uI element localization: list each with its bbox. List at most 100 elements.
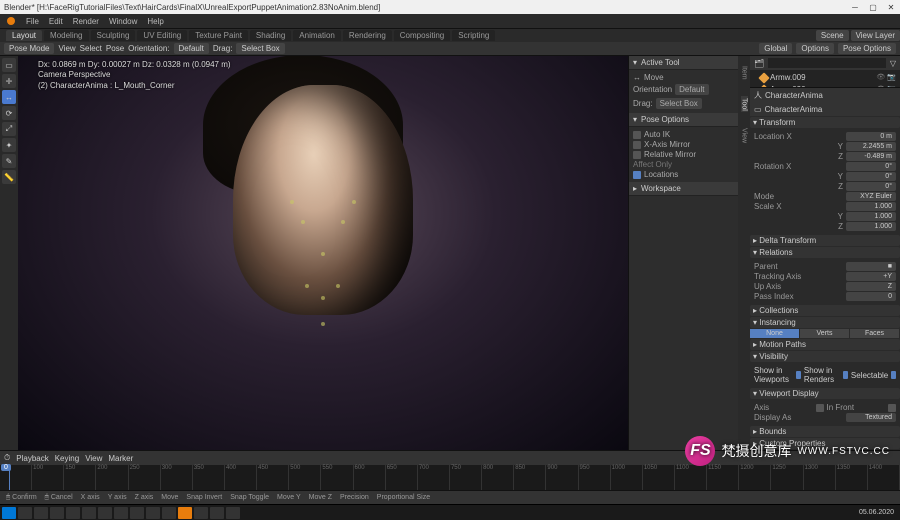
outliner-tree[interactable]: Armw.009👁📷Armw.020👁📷Armw.021👁📷BowDemoMes… [750,70,900,87]
visibility-panel[interactable]: ▾ Visibility [750,351,900,362]
close-button[interactable]: ✕ [886,2,896,12]
scale-x-field[interactable]: 1.000 [846,202,896,211]
start-button[interactable] [2,507,16,519]
firefox-button[interactable] [82,507,96,519]
app-3-button[interactable] [146,507,160,519]
tl-keying-menu[interactable]: Keying [55,454,79,463]
scale-tool[interactable]: ⤢ [2,122,16,136]
search-button[interactable] [18,507,32,519]
locations-checkbox[interactable] [633,171,641,179]
rot-mode-field[interactable]: XYZ Euler [846,192,896,201]
options-popover[interactable]: Options [796,43,834,54]
tab-rendering[interactable]: Rendering [343,30,392,41]
relmirror-checkbox[interactable] [633,151,641,159]
delta-panel[interactable]: ▸ Delta Transform [750,235,900,246]
displayas-field[interactable]: Textured [846,413,896,422]
chrome-button[interactable] [98,507,112,519]
pivot-dropdown[interactable]: Global [759,43,792,54]
tab-layout[interactable]: Layout [6,30,42,41]
relations-panel[interactable]: ▾ Relations [750,247,900,258]
show-renders-check[interactable] [843,371,848,379]
viewport-display-panel[interactable]: ▾ Viewport Display [750,388,900,399]
move-tool[interactable]: ↔ [2,90,16,104]
explorer-button[interactable] [50,507,64,519]
outliner-search[interactable] [768,58,886,68]
drag-dropdown[interactable]: Select Box [236,43,284,54]
minimize-button[interactable]: ─ [850,2,860,12]
tab-scripting[interactable]: Scripting [452,30,495,41]
tab-modeling[interactable]: Modeling [44,30,88,41]
collections-panel[interactable]: ▸ Collections [750,305,900,316]
select-tool[interactable]: ▭ [2,58,16,72]
mode-dropdown[interactable]: Pose Mode [4,43,54,54]
app-5-button[interactable] [194,507,208,519]
pose-options-header[interactable]: ▾ Pose Options [629,113,738,127]
app-2-button[interactable] [130,507,144,519]
menu-window[interactable]: Window [109,17,137,26]
parent-field[interactable]: ■ [846,262,896,271]
filter-icon[interactable]: ▽ [890,59,896,68]
pose-options-popup[interactable]: Pose Options [838,43,896,54]
rot-z-field[interactable]: 0° [846,182,896,191]
show-viewports-check[interactable] [796,371,801,379]
transform-panel[interactable]: ▾ Transform [750,117,900,128]
scene-selector[interactable]: Scene [816,30,849,41]
npanel-tab-tool[interactable]: Tool [741,96,748,113]
annotate-tool[interactable]: ✎ [2,154,16,168]
passindex-field[interactable]: 0 [846,292,896,301]
rot-y-field[interactable]: 0° [846,172,896,181]
menu-edit[interactable]: Edit [49,17,63,26]
app-7-button[interactable] [226,507,240,519]
scale-y-field[interactable]: 1.000 [846,212,896,221]
track-axis-field[interactable]: +Y [846,272,896,281]
orientation-dropdown[interactable]: Default [174,43,209,54]
orientation-select[interactable]: Default [675,84,708,95]
tab-animation[interactable]: Animation [293,30,341,41]
pose-menu[interactable]: Pose [106,44,124,53]
infront-check[interactable] [888,404,896,412]
taskview-button[interactable] [34,507,48,519]
menu-file[interactable]: File [26,17,39,26]
viewlayer-selector[interactable]: View Layer [851,30,900,41]
render-icon[interactable]: 📷 [887,72,896,84]
restrict-icon[interactable]: 👁 [876,72,885,84]
npanel-tool-header[interactable]: ▾ Active Tool [629,56,738,70]
tab-compositing[interactable]: Compositing [394,30,450,41]
menu-render[interactable]: Render [73,17,99,26]
system-clock[interactable]: 05.06.2020 [859,509,898,516]
npanel-tab-item[interactable]: Item [741,64,748,82]
tl-playback-menu[interactable]: Playback [16,454,48,463]
tab-shading[interactable]: Shading [250,30,291,41]
instancing-panel[interactable]: ▾ Instancing [750,317,900,328]
workspace-header[interactable]: ▸ Workspace [629,182,738,196]
up-axis-field[interactable]: Z [846,282,896,291]
cursor-tool[interactable]: ✛ [2,74,16,88]
motion-panel[interactable]: ▸ Motion Paths [750,339,900,350]
scale-z-field[interactable]: 1.000 [846,222,896,231]
view-menu[interactable]: View [58,44,75,53]
npanel-tab-view[interactable]: View [741,126,748,145]
outliner-item[interactable]: Armw.009👁📷 [752,72,898,84]
3d-viewport[interactable]: Dx: 0.0869 m Dy: 0.00027 m Dz: 0.0328 m … [18,56,628,450]
playhead[interactable] [9,465,10,490]
menu-help[interactable]: Help [147,17,163,26]
app-1-button[interactable] [114,507,128,519]
axis-check[interactable] [816,404,824,412]
drag-select[interactable]: Select Box [656,98,702,109]
instancing-toggle[interactable]: None Verts Faces [750,329,900,338]
app-6-button[interactable] [210,507,224,519]
tab-sculpting[interactable]: Sculpting [91,30,136,41]
custom-props-panel[interactable]: ▸ Custom Properties [750,438,900,449]
maximize-button[interactable]: ▢ [868,2,878,12]
tl-marker-menu[interactable]: Marker [108,454,133,463]
rotate-tool[interactable]: ⟳ [2,106,16,120]
xmirror-checkbox[interactable] [633,141,641,149]
loc-z-field[interactable]: -0.489 m [846,152,896,161]
tl-view-menu[interactable]: View [85,454,102,463]
rot-x-field[interactable]: 0° [846,162,896,171]
transform-tool[interactable]: ✦ [2,138,16,152]
tab-uv[interactable]: UV Editing [137,30,187,41]
autoik-checkbox[interactable] [633,131,641,139]
timeline-icon[interactable]: ⏱ [4,453,10,463]
outliner-type-icon[interactable]: 🗂 [754,59,764,68]
